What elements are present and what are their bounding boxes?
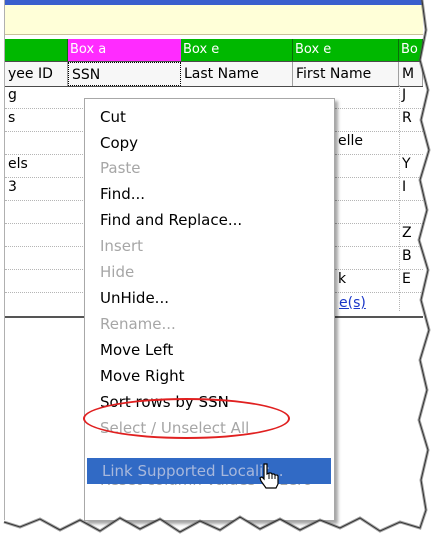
torn-edge-decoration	[3, 0, 436, 550]
screenshot: Box a Box e Box e Bo yee ID SSN Last Nam…	[0, 0, 436, 550]
